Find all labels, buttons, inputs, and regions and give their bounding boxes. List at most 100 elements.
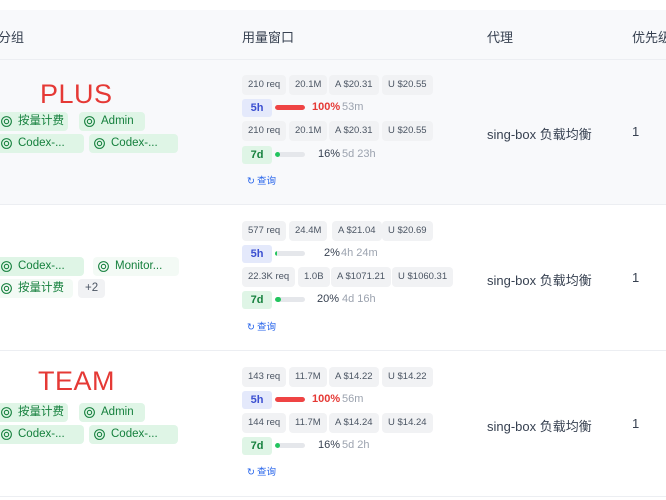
tokens-chip: 11.7M [289,367,327,387]
a-cost-chip: A $20.31 [329,121,379,141]
column-header-usage-window[interactable]: 用量窗口 [242,27,294,46]
refresh-icon: ↻ [247,322,255,333]
a-cost-chip: A $21.04 [332,221,382,241]
column-header-group[interactable]: 分组 [0,27,24,46]
refresh-icon: ↻ [247,467,255,478]
annotation-label: TEAM [38,366,116,396]
requests-chip: 143 req [242,367,287,387]
group-tag-label: Codex-... [111,137,158,149]
group-tag[interactable]: 按量计费 [0,112,68,131]
group-tag-label: 按量计费 [18,282,64,294]
query-link[interactable]: ↻ 查询 [247,173,276,187]
window-7d-badge: 7d [242,291,272,309]
requests-chip: 210 req [242,121,287,141]
table-row[interactable]: TEAM 按量计费 Admin Codex-... Codex-... 143 … [0,351,666,497]
group-tag-label: Codex-... [18,260,65,272]
openai-logo-icon [84,116,95,127]
usage-bar-fill [275,397,305,402]
openai-logo-icon [1,138,12,149]
priority-cell: 1 [632,416,640,431]
window-5h-badge: 5h [242,245,272,263]
requests-chip: 577 req [242,221,287,241]
refresh-icon: ↻ [247,176,255,187]
window-5h-badge: 5h [242,99,272,117]
group-tag[interactable]: Codex-... [0,425,84,444]
usage-bar-7d [275,152,305,157]
reset-time-5h: 4h 24m [341,247,378,259]
a-cost-chip: A $14.22 [329,367,379,387]
usage-bar-5h [275,251,305,256]
window-7d-badge: 7d [242,146,272,164]
u-cost-chip: U $1060.31 [392,267,454,287]
priority-cell: 1 [632,124,640,139]
window-5h-badge: 5h [242,391,272,409]
group-tag[interactable]: Monitor... [93,257,179,276]
tokens-chip: 20.1M [289,75,328,95]
usage-bar-5h [275,397,305,402]
group-tag-label: Admin [101,115,134,127]
usage-percent-5h: 2% [324,247,340,259]
group-tag-label: 按量计费 [18,115,64,127]
group-tag[interactable]: 按量计费 [0,279,73,298]
tokens-chip: 11.7M [289,413,327,433]
query-label: 查询 [256,467,276,478]
u-cost-chip: U $14.24 [382,413,433,433]
reset-time-5h: 53m [342,101,364,113]
usage-bar-fill [275,443,280,448]
group-tag[interactable]: Codex-... [0,134,84,153]
openai-logo-icon [84,407,95,418]
priority-cell: 1 [632,270,640,285]
reset-time-7d: 5d 2h [342,439,370,451]
group-tag[interactable]: Codex-... [0,257,84,276]
openai-logo-icon [1,429,12,440]
u-cost-chip: U $20.69 [382,221,433,241]
usage-bar-7d [275,297,305,302]
proxy-cell: sing-box 负载均衡 [487,419,592,434]
proxy-cell: sing-box 负载均衡 [487,273,592,288]
requests-chip: 210 req [242,75,287,95]
a-cost-chip: A $20.31 [329,75,379,95]
usage-bar-5h [275,105,305,110]
reset-time-7d: 5d 23h [342,148,376,160]
openai-logo-icon [1,407,12,418]
more-groups-badge[interactable]: +2 [78,279,106,298]
group-tag-label: 按量计费 [18,406,64,418]
requests-chip: 144 req [242,413,287,433]
usage-bar-fill [275,251,278,256]
openai-logo-icon [98,261,109,272]
group-tag-label: Monitor... [115,260,163,272]
usage-bar-fill [275,297,281,302]
u-cost-chip: U $20.55 [382,121,433,141]
u-cost-chip: U $14.22 [382,367,433,387]
proxy-cell: sing-box 负载均衡 [487,127,592,142]
openai-logo-icon [1,261,12,272]
a-cost-chip: A $14.24 [329,413,379,433]
usage-bar-fill [275,152,280,157]
openai-logo-icon [94,429,105,440]
query-link[interactable]: ↻ 查询 [247,319,276,333]
group-tag[interactable]: Admin [79,403,145,422]
group-tag-label: Admin [101,406,134,418]
annotation-label: PLUS [40,79,113,109]
group-tag[interactable]: 按量计费 [0,403,68,422]
column-header-priority[interactable]: 优先级 [632,27,666,46]
tokens-chip: 1.0B [298,267,330,287]
tokens-chip: 24.4M [289,221,328,241]
group-tag-label: Codex-... [111,428,158,440]
group-tag[interactable]: Codex-... [89,425,178,444]
u-cost-chip: U $20.55 [382,75,433,95]
reset-time-7d: 4d 16h [342,293,376,305]
group-tag[interactable]: Admin [79,112,145,131]
column-header-proxy[interactable]: 代理 [487,27,513,46]
query-label: 查询 [256,322,276,333]
group-tag-label: Codex-... [18,137,65,149]
a-cost-chip: A $1071.21 [331,267,392,287]
usage-bar-fill [275,105,305,110]
group-tag[interactable]: Codex-... [89,134,178,153]
openai-logo-icon [1,283,12,294]
query-link[interactable]: ↻ 查询 [247,464,276,478]
table-row[interactable]: Codex-... Monitor... 按量计费 +2 577 req 24.… [0,205,666,351]
usage-percent-7d: 16% [318,148,341,160]
table-row[interactable]: PLUS 按量计费 Admin Codex-... Codex-... 210 … [0,60,666,205]
usage-bar-7d [275,443,305,448]
